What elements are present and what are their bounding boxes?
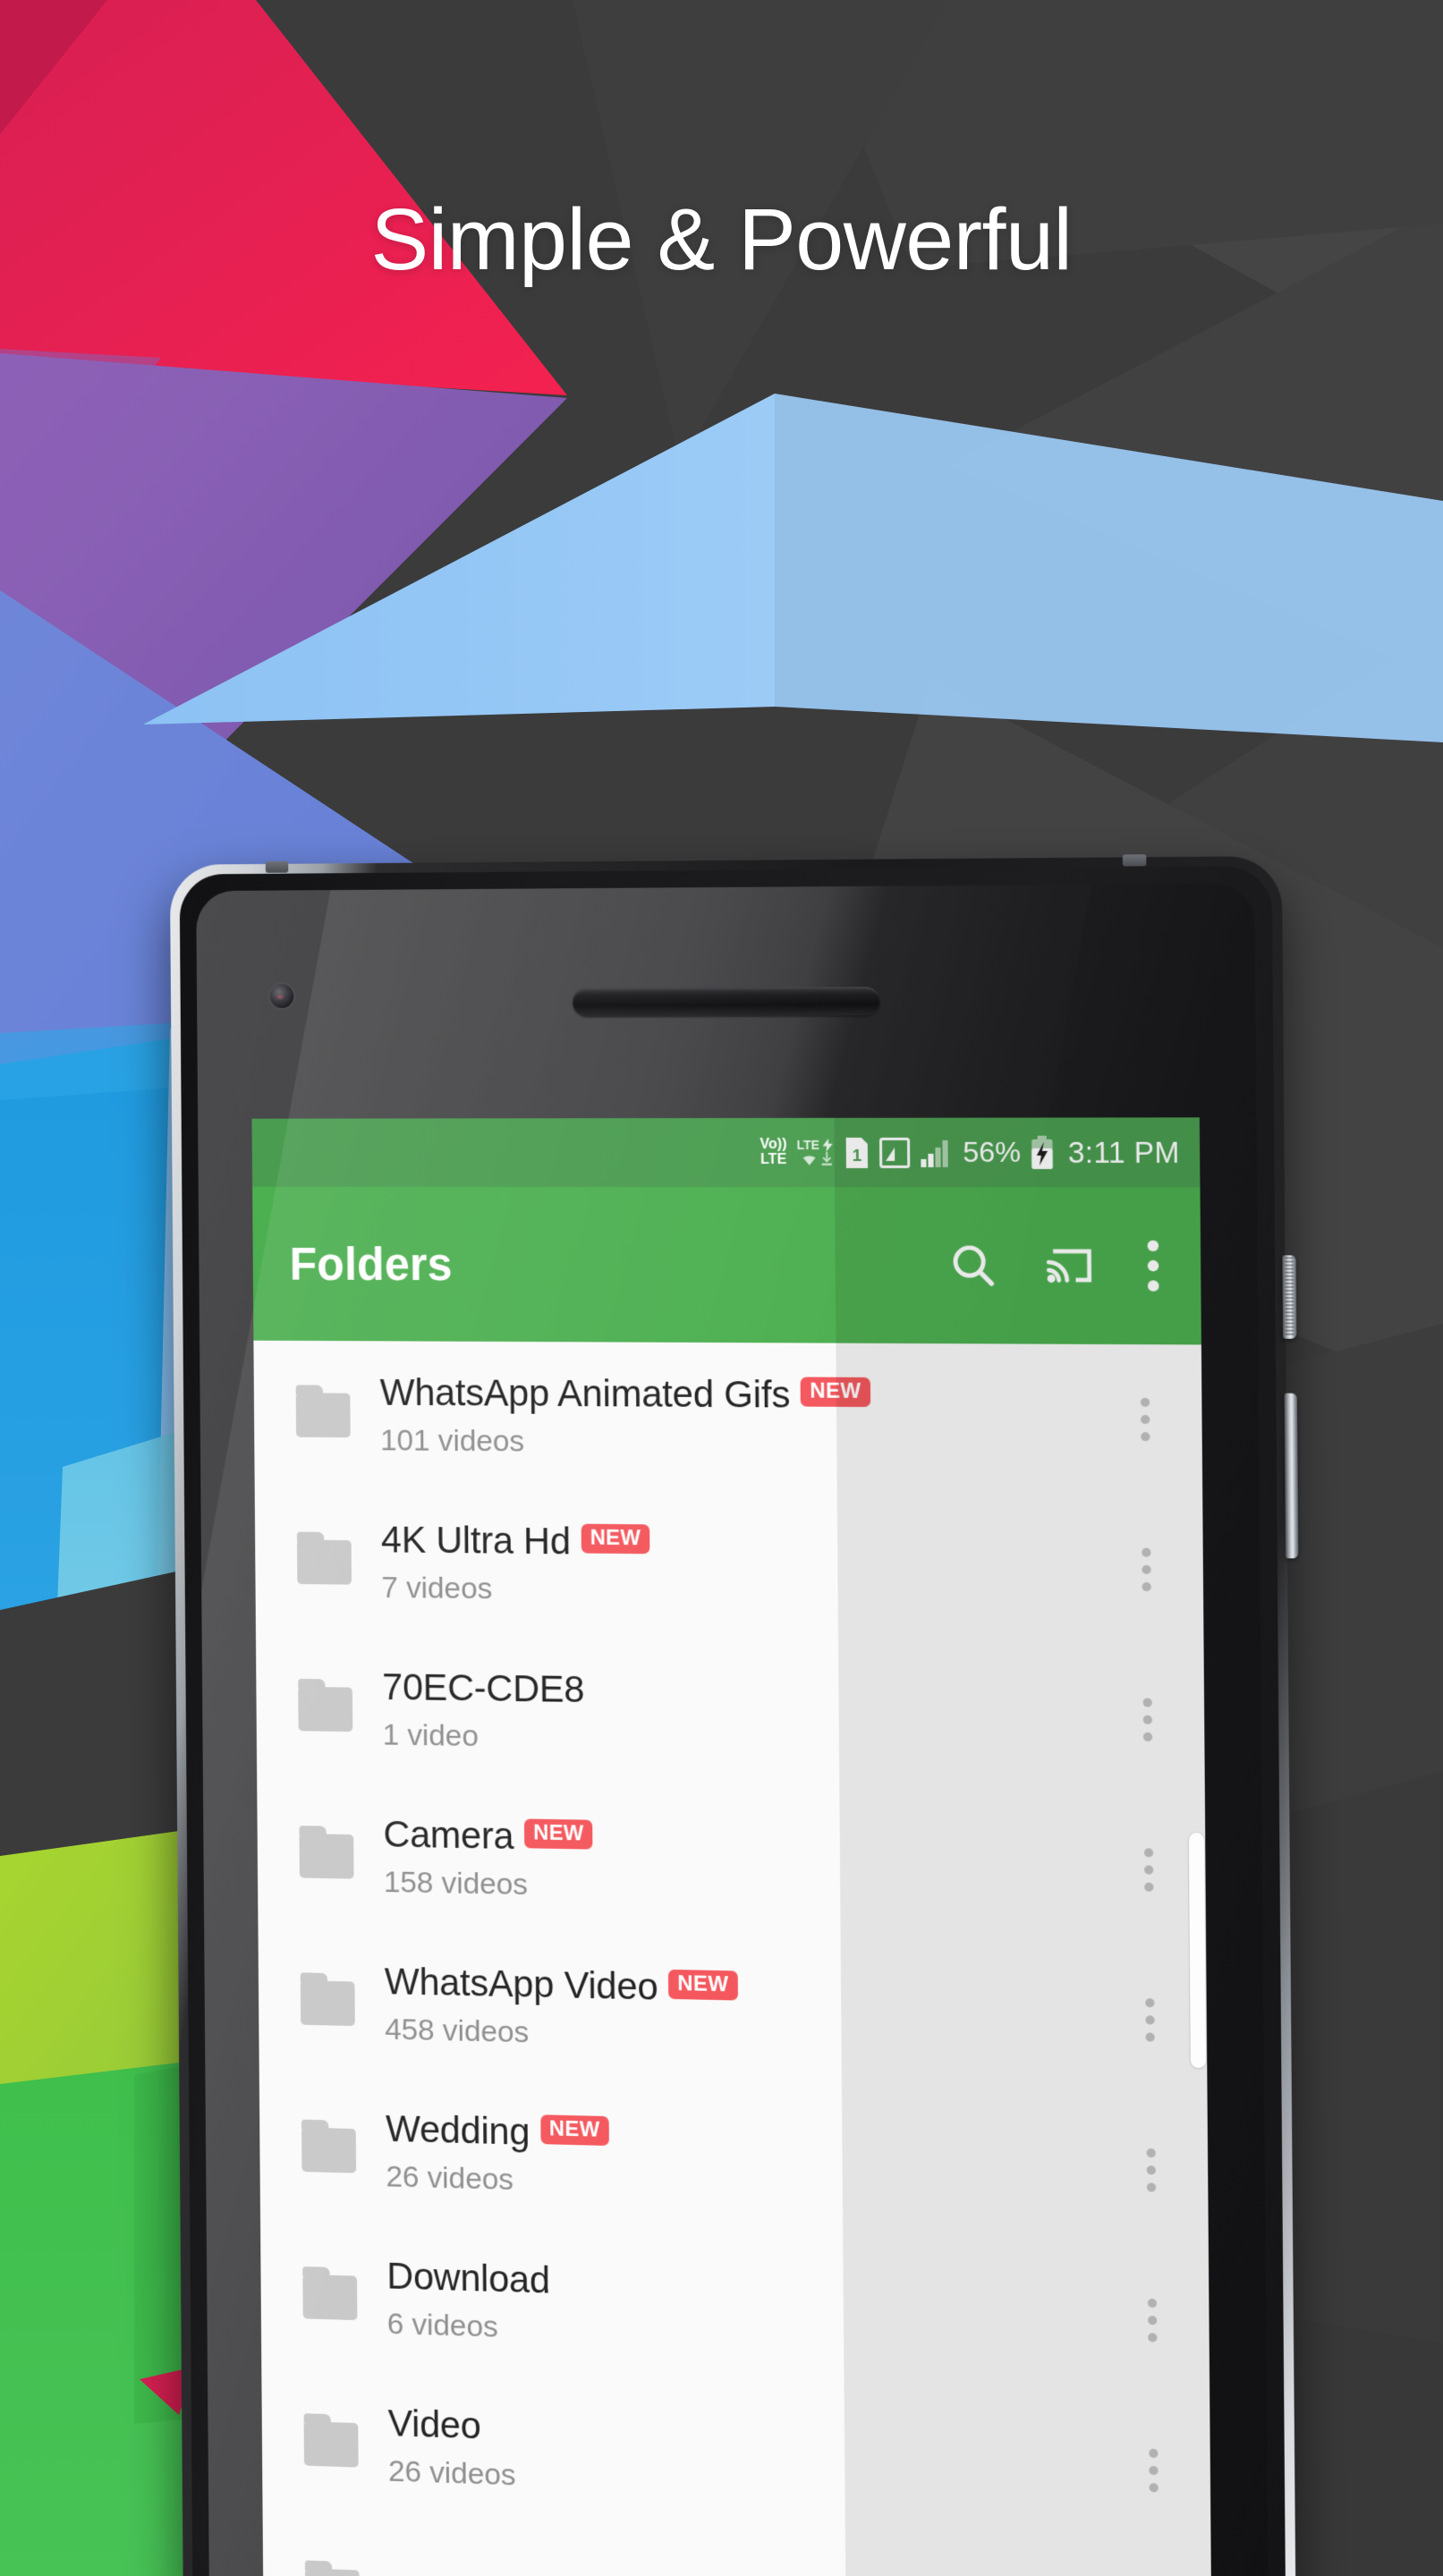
- list-scrollbar[interactable]: [1188, 1832, 1207, 2069]
- antenna-band-left: [265, 860, 289, 873]
- battery-charging-icon: [1031, 1135, 1054, 1169]
- folder-icon: [295, 1393, 351, 1438]
- app-bar: Folders: [252, 1186, 1201, 1345]
- folder-item-text: Wedding NEW 26 videos: [386, 2107, 1126, 2214]
- folder-name-label: Video: [387, 2402, 481, 2447]
- status-bar: Vo)) LTE LTE 1 56% 3:11 PM: [251, 1117, 1201, 1188]
- folder-list-item[interactable]: Wedding NEW 26 videos: [259, 2074, 1209, 2247]
- folder-list-item[interactable]: WhatsApp Video NEW 458 videos: [258, 1928, 1207, 2097]
- folder-name-label: WhatsApp Video: [384, 1960, 658, 2008]
- folder-title-line: Wedding NEW: [386, 2107, 1125, 2169]
- folder-item-text: Download 6 videos: [386, 2255, 1127, 2364]
- folder-item-overflow-button[interactable]: [1123, 1826, 1175, 1914]
- folder-icon: [296, 1539, 352, 1585]
- folder-title-line: WhatsApp Animated Gifs NEW: [379, 1371, 1119, 1419]
- charge-bolt-icon: [822, 1138, 834, 1152]
- folder-name-label: Download: [386, 2254, 551, 2301]
- folder-item-overflow-button[interactable]: [1122, 1676, 1174, 1764]
- sim-card-icon: 1: [846, 1137, 869, 1168]
- lte-wifi-group: LTE: [796, 1138, 835, 1166]
- more-vert-icon: [1147, 1240, 1159, 1292]
- folder-item-text: WhatsApp Animated Gifs NEW 101 videos: [379, 1371, 1120, 1463]
- search-icon: [947, 1240, 998, 1291]
- folder-name-label: 4K Ultra Hd: [380, 1518, 571, 1563]
- folder-item-overflow-button[interactable]: [1128, 2427, 1180, 2515]
- new-badge: NEW: [668, 1969, 738, 2001]
- phone-mockup: Vo)) LTE LTE 1 56% 3:11 PM Folders Whats…: [169, 854, 1299, 2576]
- page-title: Simple & Powerful: [370, 191, 1073, 288]
- folder-list-item[interactable]: Camera NEW 158 videos: [257, 1781, 1206, 1946]
- folder-icon: [303, 2421, 359, 2468]
- folder-icon: [304, 2568, 360, 2576]
- new-badge: NEW: [539, 2114, 609, 2146]
- folder-icon: [299, 1833, 354, 1879]
- app-bar-title: Folders: [289, 1238, 453, 1290]
- signal-sim2-icon: [921, 1140, 949, 1167]
- folder-count-label: 7 videos: [381, 1571, 493, 1606]
- folder-item-text: Camera NEW 158 videos: [383, 1813, 1124, 1914]
- antenna-band-right: [1122, 854, 1147, 867]
- power-button[interactable]: [1282, 1255, 1297, 1339]
- folder-name-label: WhatsApp Animated Gifs: [379, 1371, 791, 1416]
- folder-item-overflow-button[interactable]: [1125, 1976, 1176, 2063]
- folder-count-label: 1 video: [382, 1717, 479, 1754]
- folder-title-line: WhatsApp Video NEW: [385, 1960, 1125, 2018]
- folder-item-overflow-button[interactable]: [1125, 2126, 1177, 2215]
- download-icon: [820, 1152, 832, 1165]
- front-camera-icon: [269, 984, 294, 1009]
- lte-icon: LTE: [796, 1137, 820, 1152]
- folder-count-label: 101 videos: [379, 1423, 525, 1459]
- sim-number-label: 1: [853, 1145, 862, 1164]
- new-badge: NEW: [524, 1818, 593, 1850]
- folder-item-text: 4K Ultra Hd NEW 7 videos: [381, 1519, 1122, 1614]
- promo-screenshot: Simple & Powerful Vo)) LTE LTE 1 56% 3:1…: [0, 0, 1443, 2576]
- folder-name-label: Wedding: [385, 2107, 531, 2153]
- folder-list: WhatsApp Animated Gifs NEW 101 videos 4K Ul…: [253, 1340, 1212, 2576]
- phone-screen: Vo)) LTE LTE 1 56% 3:11 PM Folders Whats…: [251, 1117, 1214, 2576]
- volte-icon: Vo)) LTE: [760, 1137, 787, 1167]
- search-button[interactable]: [947, 1240, 998, 1291]
- folder-list-item[interactable]: 70EC-CDE8 1 video: [256, 1634, 1205, 1796]
- folder-title-line: Video Editor: [389, 2572, 1130, 2576]
- folder-item-overflow-button[interactable]: [1126, 2276, 1178, 2365]
- folder-item-overflow-button[interactable]: [1121, 1526, 1173, 1614]
- cast-button[interactable]: [1046, 1241, 1097, 1292]
- folder-icon: [301, 2127, 357, 2174]
- folder-count-label: 158 videos: [383, 1865, 529, 1902]
- phone-front-glass: Vo)) LTE LTE 1 56% 3:11 PM Folders Whats…: [196, 883, 1269, 2576]
- folder-list-item[interactable]: Download 6 videos: [260, 2221, 1210, 2397]
- folder-list-item[interactable]: WhatsApp Animated Gifs NEW 101 videos: [253, 1341, 1202, 1496]
- folder-title-line: Camera NEW: [383, 1813, 1123, 1868]
- new-badge: NEW: [801, 1377, 870, 1408]
- earpiece-speaker: [573, 987, 880, 1017]
- folder-item-text: Video Editor: [389, 2572, 1130, 2576]
- wifi-icon: [799, 1151, 819, 1166]
- folder-icon: [300, 1980, 355, 2027]
- overflow-menu-button[interactable]: [1144, 1240, 1163, 1292]
- folder-count-label: 458 videos: [385, 2012, 530, 2050]
- folder-icon: [298, 1686, 353, 1733]
- folder-item-text: Video 26 videos: [387, 2402, 1128, 2513]
- folder-count-label: 26 videos: [386, 2159, 514, 2198]
- folder-item-text: WhatsApp Video NEW 458 videos: [385, 1960, 1125, 2063]
- folder-name-label: Camera: [383, 1812, 514, 1858]
- phone-body: Vo)) LTE LTE 1 56% 3:11 PM Folders Whats…: [179, 866, 1286, 2576]
- folder-title-line: 70EC-CDE8: [382, 1665, 1122, 1718]
- volume-rocker[interactable]: [1284, 1393, 1299, 1559]
- folder-icon: [302, 2274, 358, 2321]
- folder-list-item[interactable]: 4K Ultra Hd NEW 7 videos: [255, 1487, 1204, 1646]
- folder-name-label: Video Editor: [389, 2572, 589, 2576]
- battery-percent-label: 56%: [963, 1135, 1022, 1169]
- cast-icon: [1046, 1241, 1097, 1292]
- folder-title-line: Download: [386, 2255, 1126, 2319]
- folder-title-line: 4K Ultra Hd NEW: [381, 1519, 1121, 1569]
- clock-label: 3:11 PM: [1067, 1135, 1180, 1169]
- folder-name-label: 70EC-CDE8: [382, 1665, 585, 1710]
- folder-item-overflow-button[interactable]: [1119, 1376, 1171, 1462]
- folder-item-text: 70EC-CDE8 1 video: [382, 1665, 1123, 1764]
- signal-sim1-icon: [879, 1137, 911, 1167]
- new-badge: NEW: [581, 1523, 650, 1555]
